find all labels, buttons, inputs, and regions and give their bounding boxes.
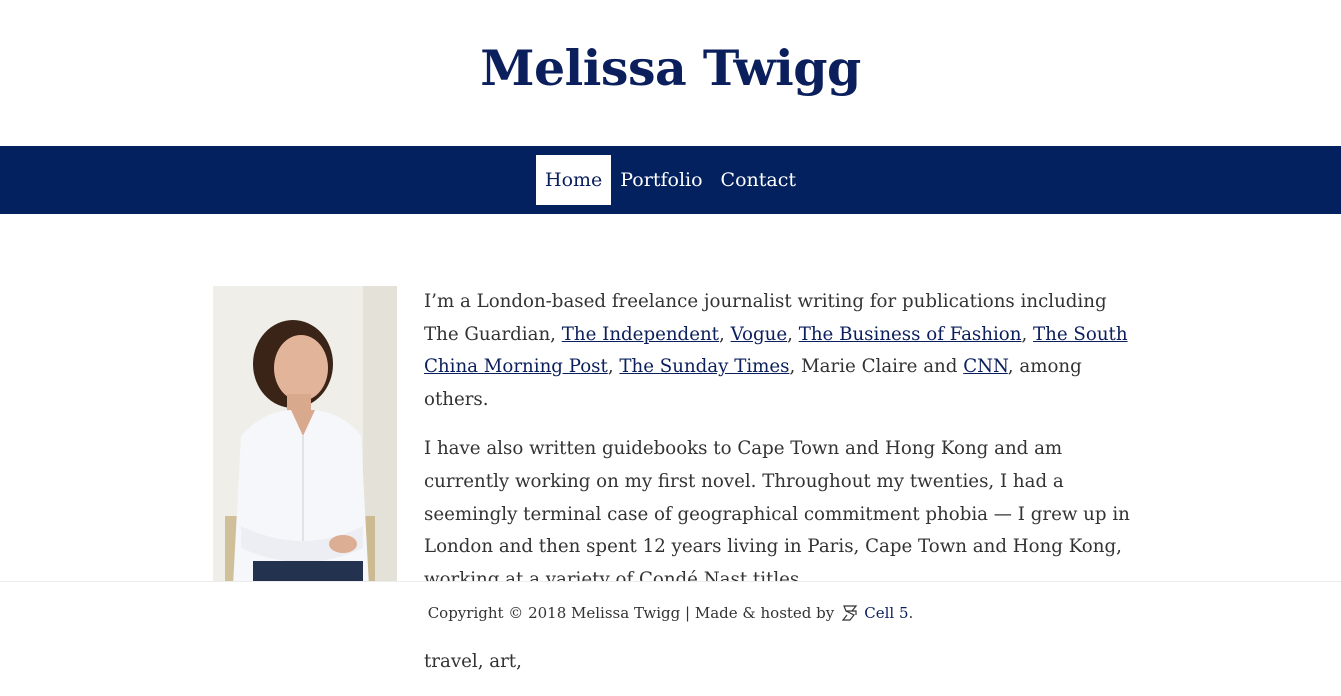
nav-list: Home Portfolio Contact (536, 155, 805, 205)
separator: , (787, 323, 799, 345)
separator: , (719, 323, 731, 345)
nav-item-home[interactable]: Home (536, 155, 612, 205)
profile-photo-illustration (213, 286, 397, 586)
site-title[interactable]: Melissa Twigg (480, 39, 861, 97)
copyright-text: Copyright © 2018 Melissa Twigg | Made & … (427, 604, 835, 622)
separator: , (607, 356, 620, 378)
cell5-logo-icon[interactable] (840, 603, 860, 623)
link-sunday-times[interactable]: The Sunday Times (619, 356, 789, 377)
bio-text-segment: , Marie Claire and (789, 356, 964, 378)
site-header: Melissa Twigg (0, 0, 1341, 146)
separator: , (1021, 323, 1034, 345)
link-cnn[interactable]: CNN (963, 356, 1008, 377)
site-footer: Copyright © 2018 Melissa Twigg | Made & … (0, 581, 1341, 644)
main-navigation: Home Portfolio Contact (0, 146, 1341, 214)
cell5-link[interactable]: Cell 5 (864, 604, 908, 622)
link-vogue[interactable]: Vogue (731, 324, 788, 345)
footer-period: . (908, 604, 914, 622)
nav-item-contact[interactable]: Contact (712, 155, 805, 205)
link-the-independent[interactable]: The Independent (562, 324, 719, 345)
bio-paragraph-1: I’m a London-based freelance journalist … (424, 286, 1133, 416)
bio-paragraph-2: I have also written guidebooks to Cape T… (424, 438, 1130, 590)
nav-item-portfolio[interactable]: Portfolio (611, 155, 711, 205)
link-business-of-fashion[interactable]: The Business of Fashion (799, 324, 1022, 345)
profile-photo (213, 286, 397, 586)
